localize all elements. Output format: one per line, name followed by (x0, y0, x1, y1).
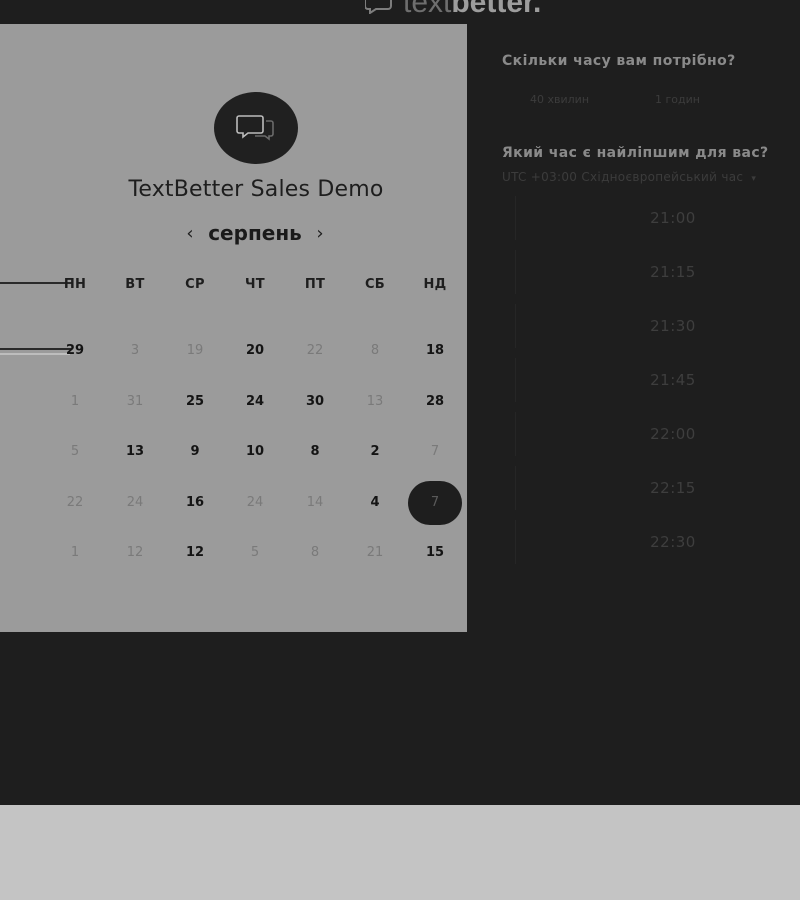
time-slot-button[interactable]: 22:00 (515, 412, 800, 456)
weekday-label: НД (423, 277, 447, 292)
calendar-day: 22 (66, 494, 84, 510)
duration-option[interactable]: 40 хвилин (530, 93, 589, 106)
chat-bubble-logo-icon (365, 0, 392, 14)
calendar-week-row: 1 12 12 5 8 21 15 (45, 528, 465, 579)
calendar-day[interactable]: 25 (168, 380, 222, 424)
calendar-day: 1 (70, 393, 80, 409)
calendar-week-row: 1 31 25 24 30 13 28 (45, 377, 465, 428)
calendar-day[interactable]: 8 (288, 430, 342, 474)
page: textbetter. TextBetter Sales Demo ‹ серп… (0, 0, 800, 900)
event-avatar (214, 92, 298, 164)
footer-area (0, 805, 800, 900)
calendar-day[interactable]: 4 (348, 481, 402, 525)
month-label: серпень (208, 221, 302, 245)
calendar-week-row: 29 3 19 20 22 8 18 (45, 326, 465, 377)
weekday-label: СР (185, 277, 205, 292)
calendar-day: 3 (130, 343, 140, 359)
calendar-week-row: 22 24 16 24 14 4 7 (45, 478, 465, 529)
calendar-day[interactable]: 10 (228, 430, 282, 474)
logo-text-part-2: better. (451, 0, 542, 19)
month-navigation: ‹ серпень › (180, 221, 330, 245)
calendar-day[interactable]: 29 (48, 329, 102, 373)
calendar-day: 14 (306, 494, 324, 510)
calendar-day[interactable]: 18 (408, 329, 462, 373)
calendar-day[interactable]: 28 (408, 380, 462, 424)
time-slot-button[interactable]: 22:15 (515, 466, 800, 510)
calendar-day: 24 (126, 494, 144, 510)
calendar-day[interactable]: 12 (168, 531, 222, 575)
calendar-day: 1 (70, 545, 80, 561)
calendar-day: 8 (310, 545, 320, 561)
time-slot-list: 21:00 21:15 21:30 21:45 22:00 22:15 22:30 (515, 196, 800, 574)
calendar-day: 5 (70, 444, 80, 460)
time-slot-button[interactable]: 21:30 (515, 304, 800, 348)
time-slot-button[interactable]: 21:15 (515, 250, 800, 294)
calendar-day: 24 (246, 494, 264, 510)
calendar-day-selected[interactable]: 7 (408, 480, 462, 525)
calendar-day: 21 (366, 545, 384, 561)
calendar-day[interactable]: 9 (168, 430, 222, 474)
time-question: Який час є найліпшим для вас? (502, 145, 769, 161)
calendar-panel: TextBetter Sales Demo ‹ серпень › ПН ВТ … (0, 24, 467, 632)
weekday-label: ВТ (125, 277, 145, 292)
textbetter-logo[interactable]: textbetter. (365, 0, 541, 18)
calendar-day[interactable]: 24 (228, 380, 282, 424)
calendar-day[interactable]: 15 (408, 531, 462, 575)
calendar-grid: 29 3 19 20 22 8 18 1 31 25 24 30 13 28 5 13 9 10 8 2 7 22 24 16… (45, 326, 465, 579)
weekday-label: ПТ (304, 277, 326, 292)
duration-question: Скільки часу вам потрібно? (502, 53, 736, 69)
calendar-day[interactable]: 30 (288, 380, 342, 424)
calendar-day: 13 (366, 393, 384, 409)
calendar-day: 12 (126, 545, 144, 561)
timezone-label: UTC +03:00 Східноєвропейський час (502, 170, 744, 184)
calendar-day: 22 (306, 343, 324, 359)
chevron-right-icon[interactable]: › (310, 223, 330, 244)
calendar-day[interactable]: 20 (228, 329, 282, 373)
logo-text-part-1: text (403, 0, 452, 19)
chevron-down-icon: ▾ (751, 174, 757, 184)
calendar-day: 7 (430, 444, 440, 460)
weekday-label: СБ (364, 277, 386, 292)
weekday-label: ЧТ (245, 277, 265, 292)
time-slot-button[interactable]: 22:30 (515, 520, 800, 564)
duration-option[interactable]: 1 годин (655, 93, 700, 106)
weekday-header: ПН ВТ СР ЧТ ПТ СБ НД (45, 277, 465, 292)
calendar-day[interactable]: 2 (348, 430, 402, 474)
calendar-day: 31 (126, 393, 144, 409)
time-slot-button[interactable]: 21:45 (515, 358, 800, 402)
calendar-day: 5 (250, 545, 260, 561)
chevron-left-icon[interactable]: ‹ (180, 223, 200, 244)
chat-bubbles-icon (236, 115, 274, 141)
calendar-week-row: 5 13 9 10 8 2 7 (45, 427, 465, 478)
event-title: TextBetter Sales Demo (128, 177, 384, 202)
timezone-select[interactable]: UTC +03:00 Східноєвропейський час ▾ (502, 170, 756, 184)
calendar-day[interactable]: 16 (168, 481, 222, 525)
calendar-day: 19 (186, 343, 204, 359)
weekday-label: ПН (63, 277, 87, 292)
time-slot-button[interactable]: 21:00 (515, 196, 800, 240)
calendar-day: 8 (370, 343, 380, 359)
calendar-day[interactable]: 13 (108, 430, 162, 474)
